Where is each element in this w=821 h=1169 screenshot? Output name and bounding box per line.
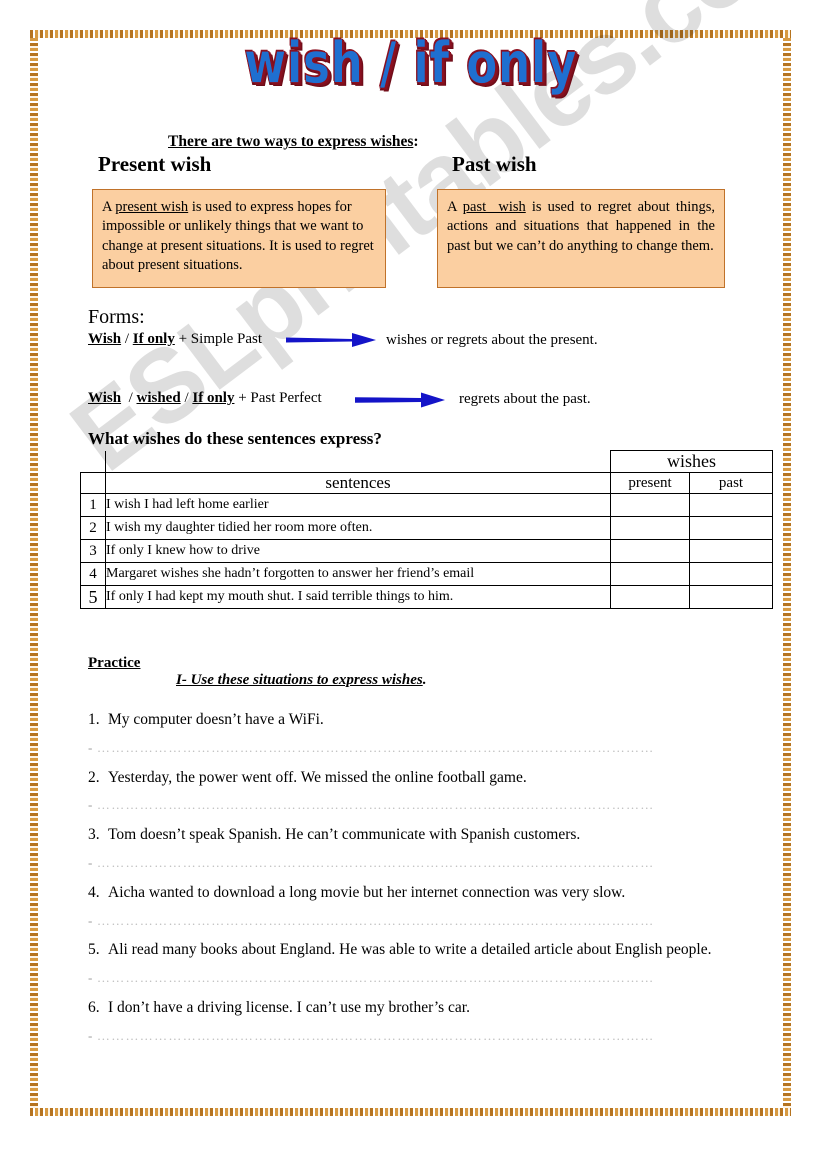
row-number: 3 — [80, 539, 106, 563]
table-row: 3 If only I knew how to drive — [80, 539, 773, 563]
practice-item-text: I don’t have a driving license. I can’t … — [108, 999, 470, 1016]
practice-answer-line[interactable]: - ……………………………………………………………………………………………………… — [88, 913, 655, 929]
form-pattern-past: Wish / wished / If only + Past Perfect — [88, 390, 322, 406]
answer-dots: ……………………………………………………………………………………………………… — [96, 913, 655, 928]
practice-item-number: 2. — [88, 769, 100, 786]
row-sentence: If only I had kept my mouth shut. I said… — [105, 585, 611, 609]
intro-heading-colon: : — [413, 133, 419, 150]
row-number: 4 — [80, 562, 106, 586]
wishes-classification-table: wishes sentences present past 1 I wish I… — [80, 450, 773, 609]
practice-instruction: I- Use these situations to express wishe… — [176, 672, 426, 689]
table-row: 1 I wish I had left home earlier — [80, 493, 773, 517]
arrow-right-icon-past — [355, 391, 447, 414]
practice-answer-line[interactable]: - ……………………………………………………………………………………………………… — [88, 970, 655, 986]
present-wish-definition-box: A present wish is used to express hopes … — [92, 189, 386, 288]
practice-item-text: Yesterday, the power went off. We missed… — [108, 769, 527, 786]
table-header-row-group: wishes — [80, 450, 773, 473]
practice-item-text: Tom doesn’t speak Spanish. He can’t comm… — [108, 826, 581, 843]
table-body: wishes sentences present past 1 I wish I… — [80, 450, 773, 609]
form-result-present: wishes or regrets about the present. — [386, 332, 598, 348]
practice-section-title: Practice — [88, 655, 141, 671]
practice-item-text: Aicha wanted to download a long movie bu… — [108, 884, 626, 901]
practice-item-number: 4. — [88, 884, 100, 901]
practice-instruction-text: I- Use these situations to express wishe… — [176, 672, 423, 688]
table-row: 4 Margaret wishes she hadn’t forgotten t… — [80, 562, 773, 586]
practice-item: 5. Ali read many books about England. He … — [88, 941, 711, 959]
practice-item-number: 1. — [88, 711, 100, 728]
practice-item: 4. Aicha wanted to download a long movie … — [88, 884, 625, 902]
row-number: 1 — [80, 493, 106, 517]
header-spacer-num — [80, 450, 106, 473]
answer-dots: ……………………………………………………………………………………………………… — [96, 1028, 655, 1043]
answer-dash: - — [88, 1028, 93, 1043]
row-number: 5 — [80, 585, 106, 609]
practice-item-number: 6. — [88, 999, 100, 1016]
table-header-wishes: wishes — [610, 450, 773, 473]
answer-dots: ……………………………………………………………………………………………………… — [96, 797, 655, 812]
form-pattern-present: Wish / If only + Simple Past — [88, 331, 263, 347]
table-row: 2 I wish my daughter tidied her room mor… — [80, 516, 773, 540]
practice-item-number: 5. — [88, 941, 100, 958]
intro-heading: There are two ways to express wishes: — [168, 133, 419, 151]
arrow-right-icon-present — [286, 330, 378, 355]
practice-instruction-period: . — [422, 672, 427, 688]
practice-item-text: My computer doesn’t have a WiFi. — [108, 711, 324, 728]
row-number: 2 — [80, 516, 106, 540]
row-past-answer-cell[interactable] — [689, 516, 773, 540]
row-past-answer-cell[interactable] — [689, 493, 773, 517]
answer-dash: - — [88, 913, 93, 928]
table-header-sentences: sentences — [105, 472, 611, 494]
form-result-past: regrets about the past. — [459, 391, 591, 407]
intro-heading-text: There are two ways to express wishes — [168, 133, 414, 150]
answer-dash: - — [88, 740, 93, 755]
answer-dots: ……………………………………………………………………………………………………… — [96, 970, 655, 985]
header-spacer-sentences — [105, 450, 611, 473]
answer-dots: ……………………………………………………………………………………………………… — [96, 855, 655, 870]
header-num-blank — [80, 472, 106, 494]
practice-item: 3. Tom doesn’t speak Spanish. He can’t co… — [88, 826, 580, 844]
table-header-row-sub: sentences present past — [80, 472, 773, 494]
worksheet-content: wish / if only There are two ways to exp… — [0, 0, 821, 1169]
practice-item: 6. I don’t have a driving license. I can’… — [88, 999, 470, 1017]
past-wish-definition-box: A past wish is used to regret about thin… — [437, 189, 725, 288]
row-present-answer-cell[interactable] — [610, 562, 690, 586]
row-present-answer-cell[interactable] — [610, 516, 690, 540]
present-wish-heading: Present wish — [98, 152, 212, 176]
practice-answer-line[interactable]: - ……………………………………………………………………………………………………… — [88, 740, 655, 756]
worksheet-title-container: wish / if only — [0, 30, 821, 98]
row-sentence: Margaret wishes she hadn’t forgotten to … — [105, 562, 611, 586]
row-present-answer-cell[interactable] — [610, 585, 690, 609]
practice-item-text: Ali read many books about England. He wa… — [108, 941, 712, 958]
table-header-present: present — [610, 472, 690, 494]
practice-item: 1. My computer doesn’t have a WiFi. — [88, 711, 324, 729]
answer-dash: - — [88, 855, 93, 870]
row-sentence: If only I knew how to drive — [105, 539, 611, 563]
past-wish-heading: Past wish — [452, 152, 537, 176]
answer-dash: - — [88, 797, 93, 812]
exercise-question: What wishes do these sentences express? — [88, 429, 382, 448]
practice-item-number: 3. — [88, 826, 100, 843]
row-present-answer-cell[interactable] — [610, 493, 690, 517]
practice-answer-line[interactable]: - ……………………………………………………………………………………………………… — [88, 855, 655, 871]
row-present-answer-cell[interactable] — [610, 539, 690, 563]
table-header-past: past — [689, 472, 773, 494]
row-past-answer-cell[interactable] — [689, 539, 773, 563]
answer-dots: ……………………………………………………………………………………………………… — [96, 740, 655, 755]
practice-answer-line[interactable]: - ……………………………………………………………………………………………………… — [88, 797, 655, 813]
row-sentence: I wish my daughter tidied her room more … — [105, 516, 611, 540]
row-past-answer-cell[interactable] — [689, 585, 773, 609]
row-sentence: I wish I had left home earlier — [105, 493, 611, 517]
page-title: wish / if only — [244, 29, 577, 98]
practice-answer-line[interactable]: - ……………………………………………………………………………………………………… — [88, 1028, 655, 1044]
answer-dash: - — [88, 970, 93, 985]
forms-label: Forms: — [88, 306, 145, 328]
table-row: 5 If only I had kept my mouth shut. I sa… — [80, 585, 773, 609]
row-past-answer-cell[interactable] — [689, 562, 773, 586]
practice-item: 2. Yesterday, the power went off. We miss… — [88, 769, 527, 787]
